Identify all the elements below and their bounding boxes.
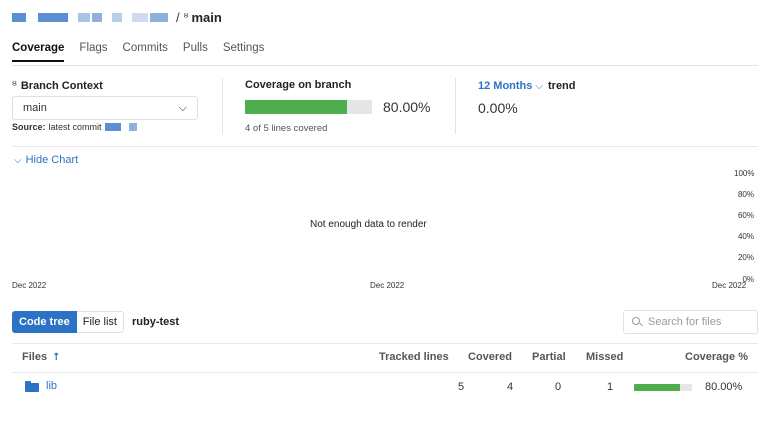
redacted-owner-block — [70, 12, 76, 22]
breadcrumb-separator: / — [176, 9, 180, 25]
summary-divider — [222, 78, 223, 134]
redacted-commit-block[interactable] — [104, 123, 121, 131]
table-row-coverage-bar — [634, 384, 692, 391]
coverage-percent: 80.00% — [383, 99, 431, 115]
tab-pulls[interactable]: Pulls — [183, 42, 208, 62]
source-label: Source: — [12, 122, 46, 132]
redacted-owner-block — [28, 12, 36, 22]
tracked-lines-header[interactable]: Tracked lines — [379, 351, 449, 363]
chevron-down-icon[interactable]: ⌵ — [535, 81, 543, 92]
summary-bottom-divider — [12, 146, 758, 147]
table-row-partial: 0 — [555, 381, 562, 393]
y-axis-tick: 100% — [734, 169, 755, 178]
coverage-title: Coverage on branch — [245, 79, 352, 91]
redacted-owner-block — [92, 12, 102, 22]
tab-flags[interactable]: Flags — [79, 42, 107, 62]
missed-header[interactable]: Missed — [586, 351, 623, 363]
breadcrumb-branch[interactable]: main — [191, 10, 221, 25]
redacted-owner-block — [112, 12, 122, 22]
covered-header[interactable]: Covered — [468, 351, 512, 363]
table-row-name-link[interactable]: lib — [46, 380, 57, 392]
partial-header[interactable]: Partial — [532, 351, 566, 363]
tab-settings[interactable]: Settings — [223, 42, 265, 62]
y-axis-tick: 80% — [737, 190, 754, 199]
trend-header: 12 Months ⌵ trend — [478, 80, 576, 92]
x-axis-tick: Dec 2022 — [12, 281, 47, 290]
source-text: latest commit — [48, 122, 102, 132]
redacted-owner-block — [38, 12, 68, 22]
trend-label: trend — [548, 80, 576, 92]
branch-context-title: Branch Context — [20, 79, 103, 92]
source-line: Source: latest commit — [12, 122, 137, 132]
branch-icon: ᴽ — [183, 10, 189, 24]
y-axis-tick: 40% — [737, 232, 754, 241]
search-icon — [632, 317, 643, 327]
chevron-down-icon: ⌵ — [14, 154, 22, 166]
hide-chart-label: Hide Chart — [25, 154, 79, 166]
redacted-owner-block — [150, 12, 168, 22]
files-column-header[interactable]: Files ↑ — [22, 351, 60, 363]
redacted-owner-block — [104, 12, 110, 22]
table-row-coverage-percent: 80.00% — [705, 381, 743, 393]
x-axis-tick: Dec 2022 — [712, 281, 747, 290]
folder-icon — [25, 381, 39, 392]
breadcrumb: / ᴽ main — [12, 9, 222, 25]
branch-icon: ᴽ — [12, 79, 17, 92]
branch-select-value: main — [23, 102, 47, 114]
branch-select[interactable]: main ⌵ — [12, 96, 198, 120]
tab-commits[interactable]: Commits — [123, 42, 168, 62]
table-row-missed: 1 — [607, 381, 614, 393]
table-row-tracked: 5 — [458, 381, 465, 393]
hide-chart-toggle[interactable]: ⌵ Hide Chart — [14, 154, 78, 166]
redacted-owner-block — [12, 12, 26, 22]
code-tree-button[interactable]: Code tree — [12, 311, 77, 333]
table-row-coverage-fill — [634, 384, 681, 391]
branch-context-header: ᴽ Branch Context — [12, 79, 103, 92]
redacted-commit-block — [120, 123, 129, 131]
tabs-divider — [12, 65, 758, 66]
coverage-progress-bar — [245, 100, 372, 114]
files-header-label: Files — [22, 351, 48, 363]
table-header-divider — [12, 372, 758, 373]
flag-name: ruby-test — [132, 316, 180, 328]
y-axis-tick: 20% — [737, 253, 754, 262]
chevron-down-icon: ⌵ — [178, 101, 187, 114]
redacted-owner-block — [78, 12, 90, 22]
chart-empty-message: Not enough data to render — [310, 219, 427, 230]
redacted-owner-block — [132, 12, 148, 22]
coverage-progress-fill — [245, 100, 347, 114]
summary-divider — [455, 78, 456, 134]
table-top-divider — [12, 343, 758, 344]
arrow-up-icon: ↑ — [52, 351, 61, 363]
redacted-owner-block — [124, 12, 130, 22]
search-input[interactable] — [648, 316, 748, 328]
coverage-percent-header[interactable]: Coverage % — [685, 351, 748, 363]
x-axis-tick: Dec 2022 — [370, 281, 405, 290]
trend-value: 0.00% — [478, 100, 518, 116]
y-axis-tick: 60% — [737, 211, 754, 220]
tab-coverage[interactable]: Coverage — [12, 42, 65, 62]
table-row-covered: 4 — [507, 381, 514, 393]
file-list-button[interactable]: File list — [76, 311, 124, 333]
redacted-commit-block — [128, 123, 137, 131]
repo-tabs: Coverage Flags Commits Pulls Settings — [12, 42, 279, 62]
view-toggle: Code tree File list — [12, 311, 124, 333]
coverage-lines-summary: 4 of 5 lines covered — [245, 123, 328, 134]
trend-period-dropdown[interactable]: 12 Months — [478, 80, 532, 92]
file-search[interactable] — [623, 310, 758, 334]
